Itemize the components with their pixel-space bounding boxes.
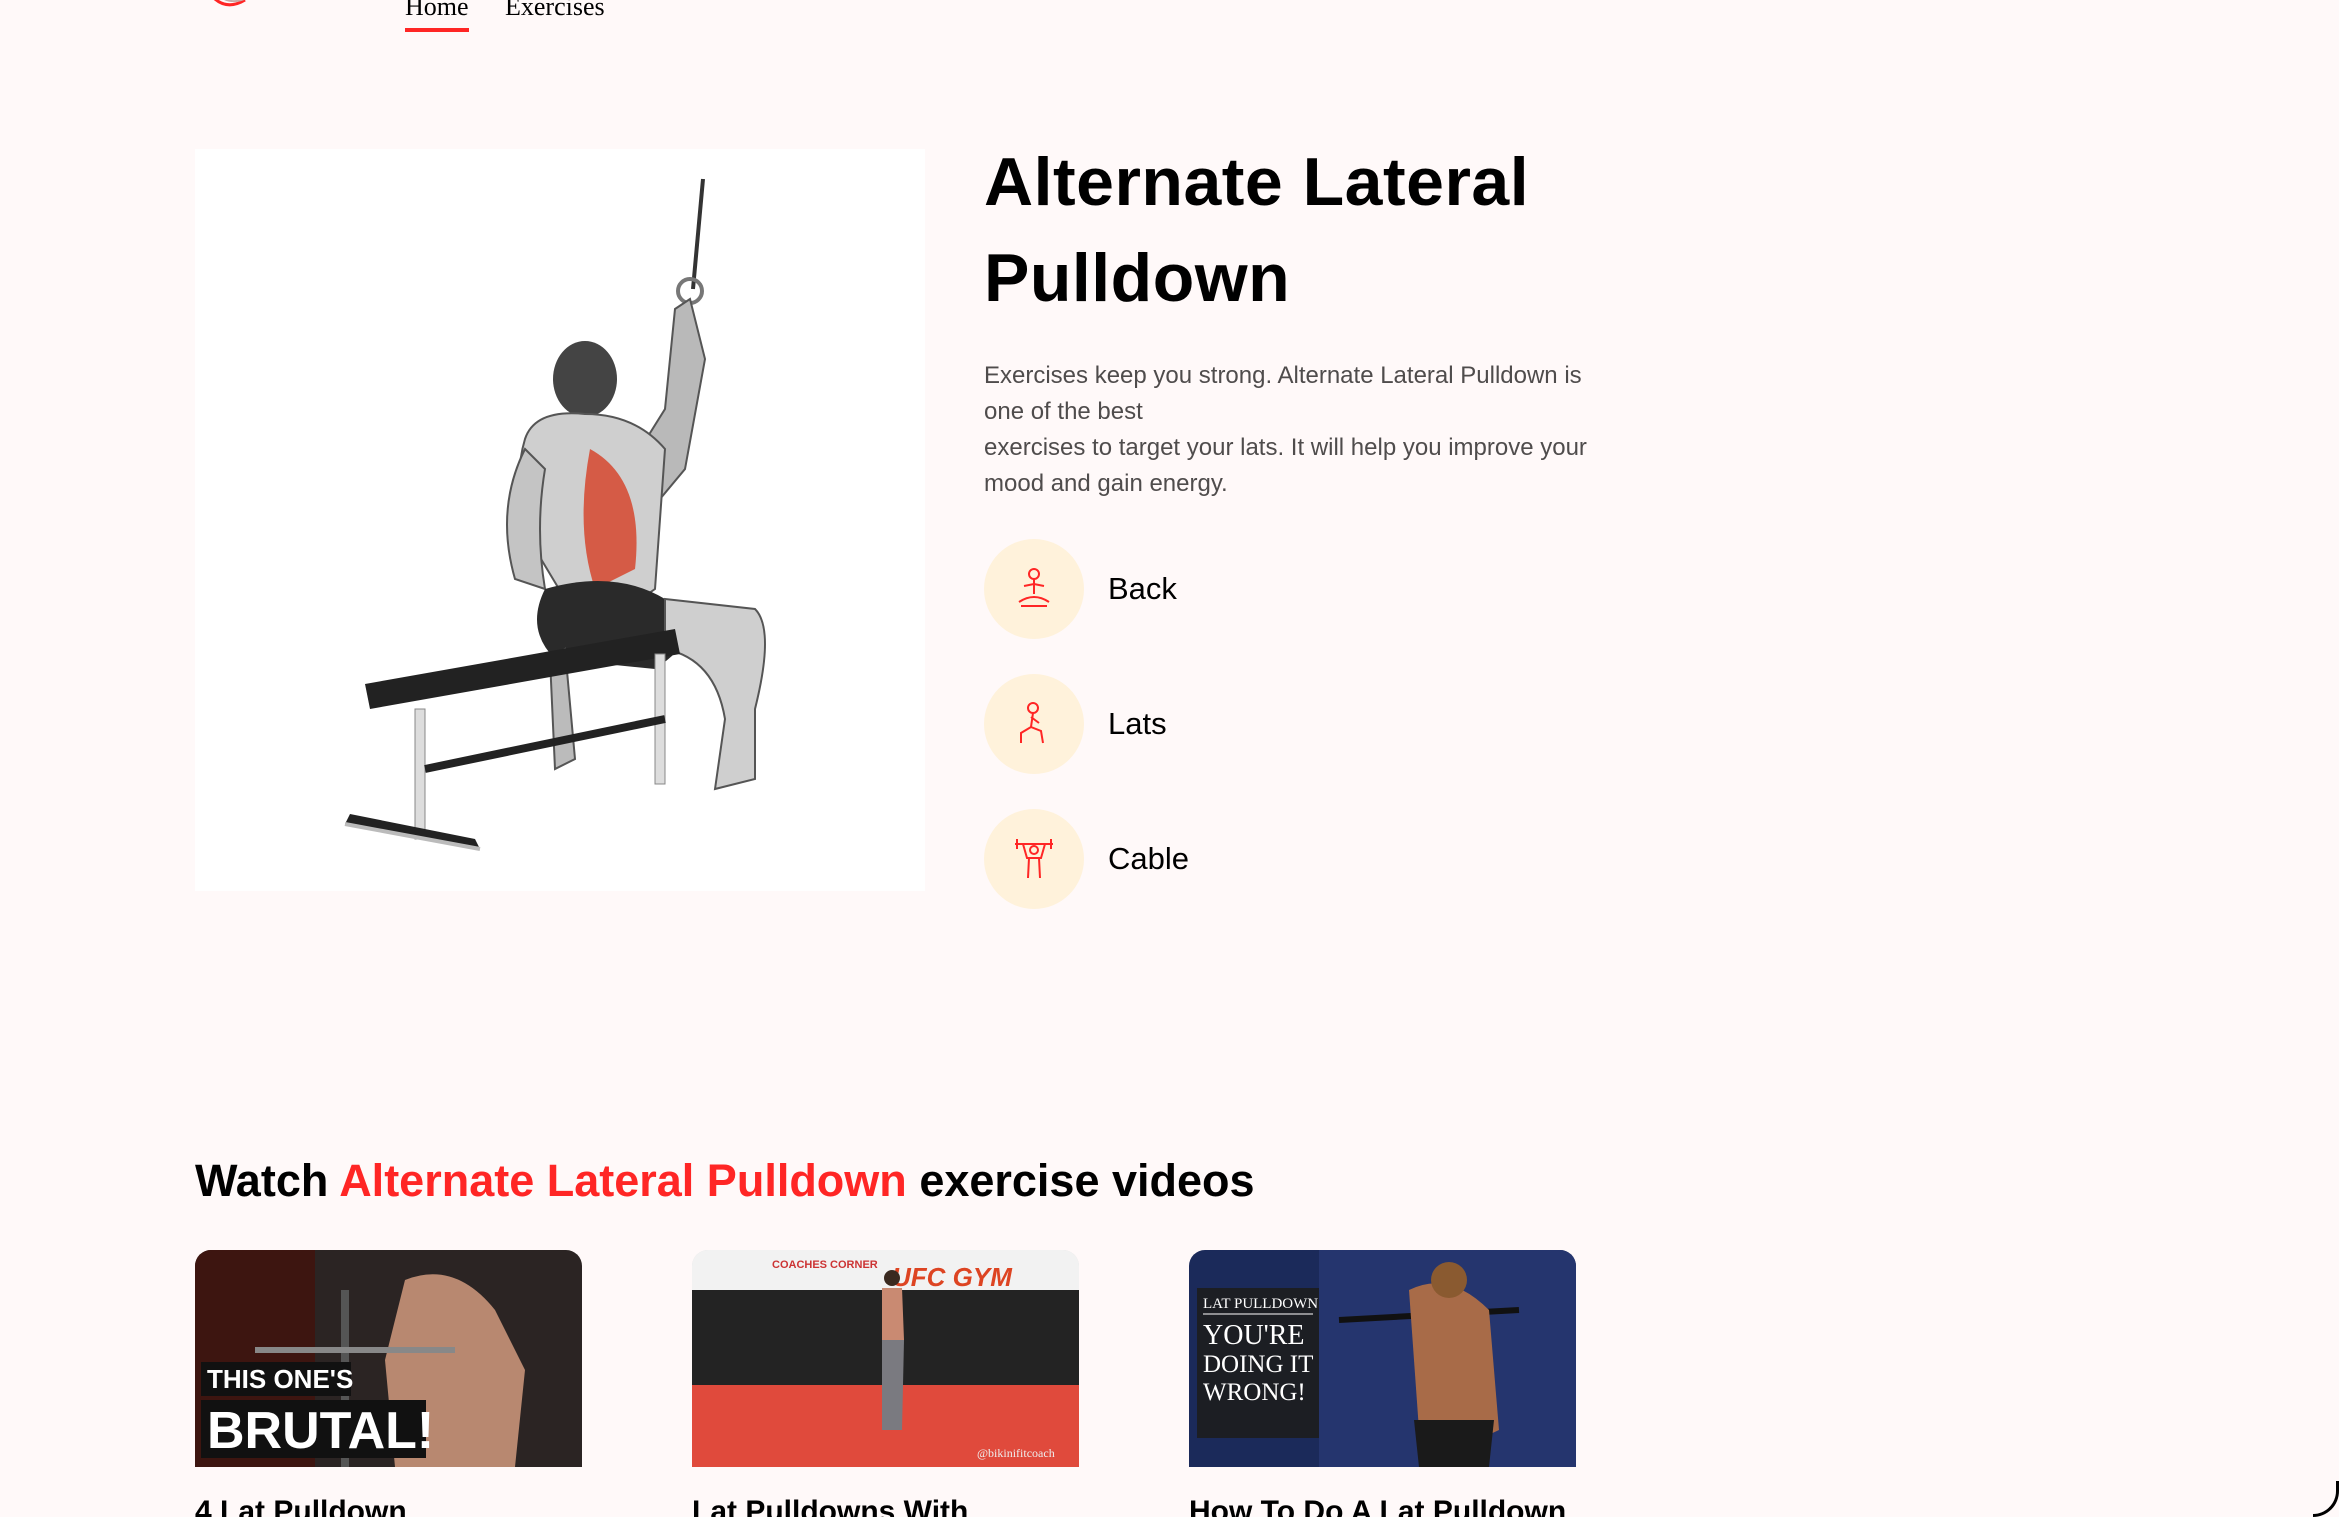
video-thumbnail[interactable]: THIS ONE'S BRUTAL! — [195, 1250, 582, 1467]
video-thumbnail[interactable]: COACHES CORNER UFC GYM @bikinifitcoach — [692, 1250, 1079, 1467]
thumb-text: COACHES CORNER — [772, 1259, 878, 1271]
video-title[interactable]: How To Do A Lat Pulldown — [1189, 1495, 1576, 1517]
video-title[interactable]: 4 Lat Pulldown — [195, 1495, 582, 1517]
exercise-description: Exercises keep you strong. Alternate Lat… — [984, 358, 1624, 502]
exercise-image — [195, 149, 925, 891]
detail-body-part: Back — [984, 539, 1177, 639]
thumb-text: YOU'RE — [1203, 1320, 1305, 1351]
video-card[interactable]: LAT PULLDOWN YOU'RE DOING IT WRONG! How … — [1189, 1250, 1576, 1517]
videos-heading-prefix: Watch — [195, 1155, 329, 1206]
thumb-text: LAT PULLDOWN — [1203, 1296, 1318, 1312]
target-muscle-icon — [984, 674, 1084, 774]
exercise-title: Alternate Lateral Pulldown — [984, 144, 1530, 316]
nav-exercises-link[interactable]: Exercises — [505, 0, 605, 22]
videos-heading: Watch Alternate Lateral Pulldown exercis… — [195, 1155, 1255, 1207]
thumb-text: THIS ONE'S — [207, 1364, 353, 1394]
videos-heading-exercise: Alternate Lateral Pulldown — [339, 1155, 907, 1206]
detail-target: Lats — [984, 674, 1167, 774]
video-thumbnail[interactable]: LAT PULLDOWN YOU'RE DOING IT WRONG! — [1189, 1250, 1576, 1467]
detail-label: Cable — [1108, 841, 1189, 876]
thumb-text: BRUTAL! — [207, 1402, 434, 1460]
window-corner — [2313, 1481, 2339, 1517]
body-part-icon — [984, 539, 1084, 639]
detail-label: Lats — [1108, 706, 1167, 741]
videos-heading-suffix: exercise videos — [919, 1155, 1255, 1206]
thumb-text: @bikinifitcoach — [977, 1446, 1055, 1460]
detail-equipment: Cable — [984, 809, 1189, 909]
detail-label: Back — [1108, 571, 1177, 606]
thumb-text: UFC GYM — [892, 1262, 1013, 1292]
nav-home-link[interactable]: Home — [405, 0, 469, 32]
logo-icon[interactable] — [205, 0, 265, 12]
equipment-icon — [984, 809, 1084, 909]
description-line-1: Exercises keep you strong. Alternate Lat… — [984, 362, 1582, 425]
video-card[interactable]: THIS ONE'S BRUTAL! 4 Lat Pulldown — [195, 1250, 582, 1517]
thumb-text: DOING IT — [1203, 1351, 1313, 1378]
video-title[interactable]: Lat Pulldowns With — [692, 1495, 1079, 1517]
description-line-2: exercises to target your lats. It will h… — [984, 434, 1587, 497]
thumb-text: WRONG! — [1203, 1379, 1306, 1406]
video-card[interactable]: COACHES CORNER UFC GYM @bikinifitcoach L… — [692, 1250, 1079, 1517]
